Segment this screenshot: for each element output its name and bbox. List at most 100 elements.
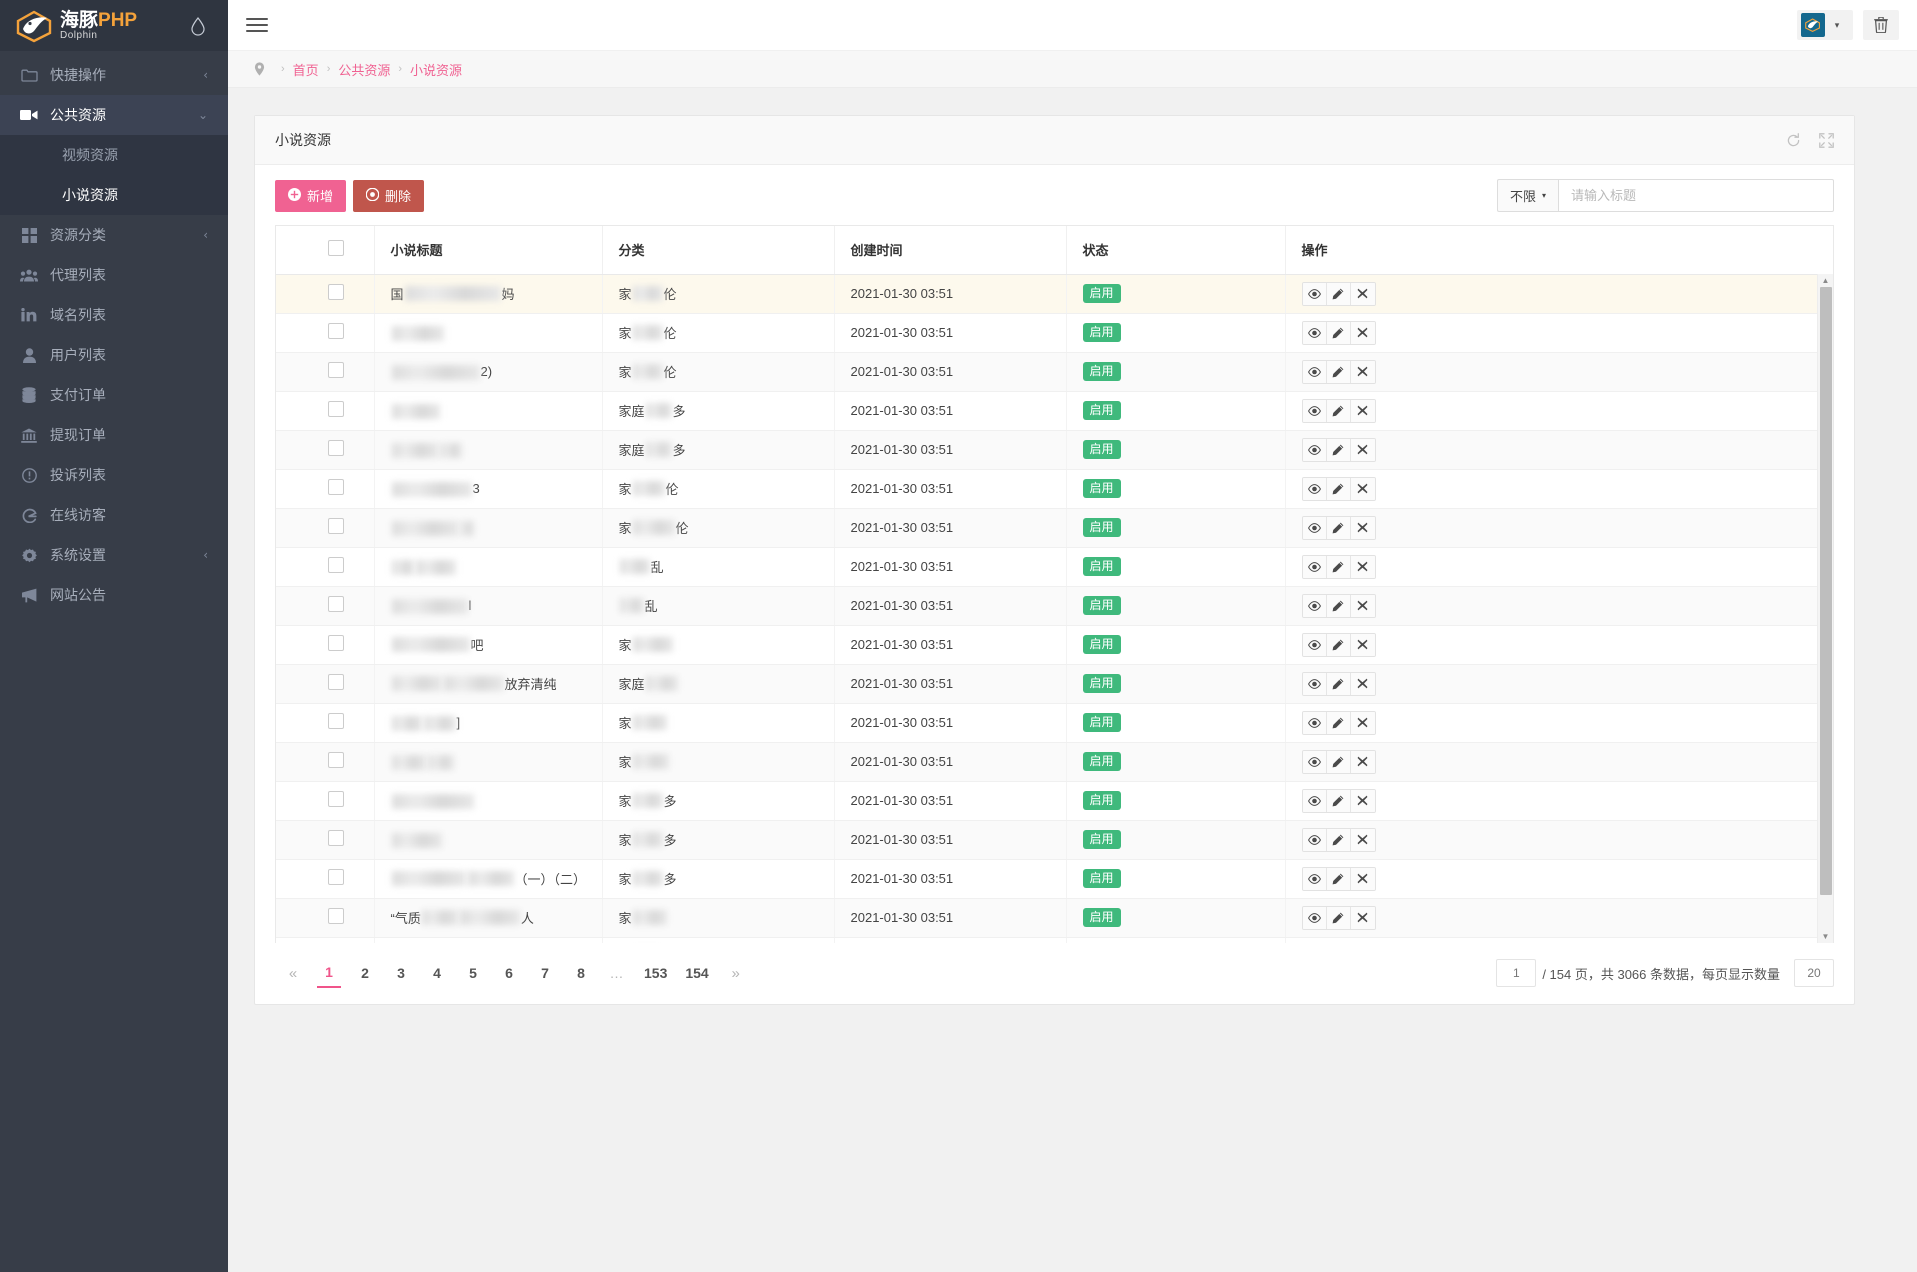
pencil-icon[interactable] [1327, 361, 1351, 383]
row-checkbox[interactable] [328, 362, 344, 378]
pagination-page-7[interactable]: 7 [533, 958, 557, 988]
table-row[interactable]: 家多2021-01-30 03:51启用 [276, 820, 1833, 859]
sidebar-item-complaint-list[interactable]: 投诉列表 [0, 455, 228, 495]
pencil-icon[interactable] [1327, 829, 1351, 851]
table-row[interactable]: 家庭多2021-01-30 03:51启用 [276, 391, 1833, 430]
pagination-page-4[interactable]: 4 [425, 958, 449, 988]
pagination-page-6[interactable]: 6 [497, 958, 521, 988]
row-checkbox[interactable] [328, 440, 344, 456]
pencil-icon[interactable] [1327, 478, 1351, 500]
row-checkbox[interactable] [328, 908, 344, 924]
filter-dropdown[interactable]: 不限 ▾ [1497, 179, 1558, 212]
close-icon[interactable] [1351, 751, 1375, 773]
table-row[interactable]: 国妈家伦2021-01-30 03:51启用 [276, 274, 1833, 313]
eye-icon[interactable] [1303, 283, 1327, 305]
sidebar-item-online-visitors[interactable]: 在线访客 [0, 495, 228, 535]
table-row[interactable]: 家伦2021-01-30 03:51启用 [276, 313, 1833, 352]
eye-icon[interactable] [1303, 634, 1327, 656]
fullscreen-icon[interactable] [1819, 133, 1834, 148]
water-drop-icon[interactable] [190, 16, 206, 36]
eye-icon[interactable] [1303, 478, 1327, 500]
pagination-page-154[interactable]: 154 [682, 958, 711, 988]
sidebar-item-user-list[interactable]: 用户列表 [0, 335, 228, 375]
search-input[interactable] [1558, 179, 1834, 212]
sidebar-subitem-novel-resources[interactable]: 小说资源 [0, 175, 228, 215]
breadcrumb-item-public-resources[interactable]: 公共资源 [338, 60, 390, 79]
sidebar-item-pay-orders[interactable]: 支付订单 [0, 375, 228, 415]
table-row[interactable]: 放弃清纯家庭2021-01-30 03:51启用 [276, 664, 1833, 703]
sidebar-item-public-resources[interactable]: 公共资源 ⌄ [0, 95, 228, 135]
close-icon[interactable] [1351, 517, 1375, 539]
table-row[interactable]: “气质人家2021-01-30 03:51启用 [276, 898, 1833, 937]
table-row[interactable]: 家2021-01-30 03:51启用 [276, 742, 1833, 781]
sidebar-subitem-video-resources[interactable]: 视频资源 [0, 135, 228, 175]
pencil-icon[interactable] [1327, 283, 1351, 305]
pencil-icon[interactable] [1327, 790, 1351, 812]
sidebar-item-agent-list[interactable]: 代理列表 [0, 255, 228, 295]
close-icon[interactable] [1351, 478, 1375, 500]
pagination-page-3[interactable]: 3 [389, 958, 413, 988]
pagination-page-2[interactable]: 2 [353, 958, 377, 988]
row-checkbox[interactable] [328, 323, 344, 339]
sidebar-item-quick-actions[interactable]: 快捷操作 ‹ [0, 55, 228, 95]
close-icon[interactable] [1351, 907, 1375, 929]
eye-icon[interactable] [1303, 517, 1327, 539]
refresh-icon[interactable] [1786, 133, 1801, 148]
eye-icon[interactable] [1303, 868, 1327, 890]
row-checkbox[interactable] [328, 791, 344, 807]
sidebar-item-site-notice[interactable]: 网站公告 [0, 575, 228, 615]
close-icon[interactable] [1351, 322, 1375, 344]
close-icon[interactable] [1351, 283, 1375, 305]
pagination-prev[interactable]: « [281, 958, 305, 988]
close-icon[interactable] [1351, 439, 1375, 461]
pencil-icon[interactable] [1327, 556, 1351, 578]
close-icon[interactable] [1351, 400, 1375, 422]
row-checkbox[interactable] [328, 752, 344, 768]
scrollbar-thumb[interactable] [1820, 287, 1832, 895]
row-checkbox[interactable] [328, 713, 344, 729]
row-checkbox[interactable] [328, 401, 344, 417]
pencil-icon[interactable] [1327, 400, 1351, 422]
table-row[interactable]: 3家伦2021-01-30 03:51启用 [276, 469, 1833, 508]
chevron-down-icon[interactable]: ▾ [1825, 11, 1849, 39]
pagination-page-1[interactable]: 1 [317, 958, 341, 988]
add-button[interactable]: 新增 [275, 180, 346, 212]
trash-icon[interactable] [1863, 10, 1899, 40]
eye-icon[interactable] [1303, 790, 1327, 812]
eye-icon[interactable] [1303, 829, 1327, 851]
table-row[interactable]: 家伦2021-01-30 03:51启用 [276, 508, 1833, 547]
close-icon[interactable] [1351, 634, 1375, 656]
pencil-icon[interactable] [1327, 907, 1351, 929]
pencil-icon[interactable] [1327, 322, 1351, 344]
pagination-next[interactable]: » [724, 958, 748, 988]
eye-icon[interactable] [1303, 751, 1327, 773]
close-icon[interactable] [1351, 829, 1375, 851]
table-scrollbar[interactable]: ▲ ▼ [1817, 274, 1833, 943]
pencil-icon[interactable] [1327, 634, 1351, 656]
table-row[interactable]: 吧家2021-01-30 03:51启用 [276, 625, 1833, 664]
row-checkbox[interactable] [328, 557, 344, 573]
row-checkbox[interactable] [328, 830, 344, 846]
page-number-input[interactable]: 1 [1496, 959, 1536, 987]
pagination-ellipsis[interactable]: … [605, 958, 629, 988]
pencil-icon[interactable] [1327, 439, 1351, 461]
table-row[interactable]: 乱2021-01-30 03:51启用 [276, 547, 1833, 586]
sidebar-item-resource-category[interactable]: 资源分类 ‹ [0, 215, 228, 255]
hamburger-icon[interactable] [246, 14, 268, 36]
sidebar-item-system-settings[interactable]: 系统设置 ‹ [0, 535, 228, 575]
eye-icon[interactable] [1303, 322, 1327, 344]
scroll-up-icon[interactable]: ▲ [1818, 274, 1833, 287]
eye-icon[interactable] [1303, 400, 1327, 422]
user-menu[interactable]: ▾ [1797, 10, 1853, 40]
page-size-input[interactable]: 20 [1794, 959, 1834, 987]
pencil-icon[interactable] [1327, 673, 1351, 695]
table-row[interactable]: l乱2021-01-30 03:51启用 [276, 586, 1833, 625]
pencil-icon[interactable] [1327, 712, 1351, 734]
eye-icon[interactable] [1303, 673, 1327, 695]
row-checkbox[interactable] [328, 518, 344, 534]
select-all-checkbox[interactable] [328, 240, 344, 256]
eye-icon[interactable] [1303, 907, 1327, 929]
sidebar-item-withdraw-orders[interactable]: 提现订单 [0, 415, 228, 455]
row-checkbox[interactable] [328, 479, 344, 495]
eye-icon[interactable] [1303, 361, 1327, 383]
